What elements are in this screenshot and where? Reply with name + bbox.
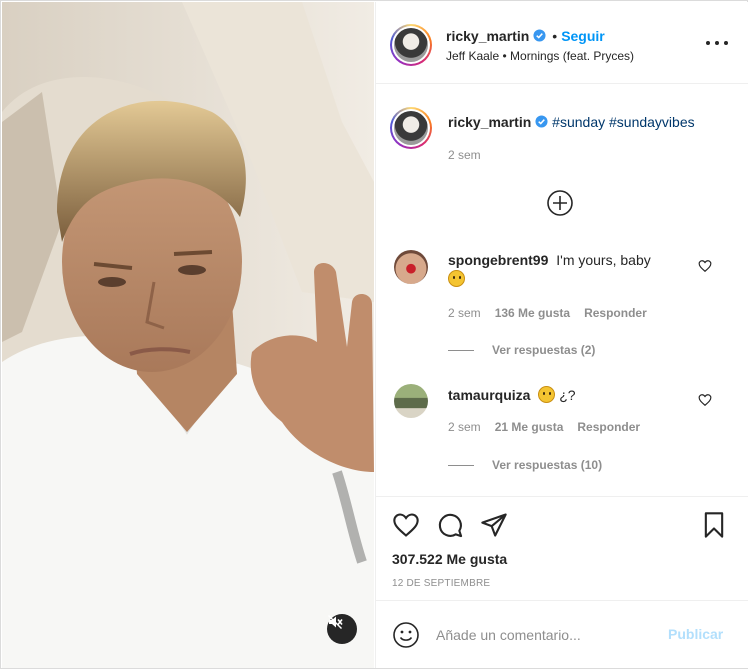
- view-replies-button[interactable]: Ver respuestas (10): [448, 458, 602, 472]
- comment-text: tamaurquiza ¿?: [448, 386, 576, 403]
- audio-track[interactable]: Jeff Kaale • Mornings (feat. Pryces): [446, 49, 634, 63]
- post-header: ricky_martin • Seguir Jeff Kaale • Morning…: [376, 2, 748, 84]
- more-options-icon[interactable]: [706, 36, 728, 50]
- separator-dot: •: [552, 28, 558, 44]
- comment-avatar[interactable]: [394, 384, 428, 418]
- replies-divider: [448, 350, 474, 352]
- comment-body: ¿?: [559, 387, 576, 403]
- comment-username[interactable]: tamaurquiza: [448, 387, 530, 403]
- comment-meta: 2 sem 136 Me gusta Responder: [448, 306, 647, 320]
- heart-icon[interactable]: [392, 511, 420, 539]
- plus-circle-icon[interactable]: [546, 189, 574, 217]
- smiley-icon[interactable]: [392, 621, 420, 649]
- comment-time[interactable]: 2 sem: [448, 306, 481, 320]
- comment-body: I'm yours, baby: [556, 252, 651, 268]
- author-line: ricky_martin • Seguir: [446, 28, 605, 44]
- bookmark-icon[interactable]: [700, 511, 728, 539]
- caption-avatar[interactable]: [390, 107, 432, 149]
- frowning-face-emoji-icon: [448, 270, 465, 287]
- post-side-panel: ricky_martin • Seguir Jeff Kaale • Morning…: [375, 2, 748, 668]
- paper-plane-icon[interactable]: [480, 511, 508, 539]
- view-replies-label: Ver respuestas (10): [492, 458, 603, 472]
- post-video[interactable]: [2, 2, 374, 668]
- follow-button[interactable]: Seguir: [561, 28, 605, 44]
- caption-username[interactable]: ricky_martin: [448, 114, 531, 130]
- comment-meta: 2 sem 21 Me gusta Responder: [448, 420, 640, 434]
- publish-comment-button[interactable]: Publicar: [668, 626, 723, 642]
- post-date[interactable]: 12 DE SEPTIEMBRE: [392, 578, 490, 589]
- view-replies-label: Ver respuestas (2): [492, 343, 596, 357]
- reply-button[interactable]: Responder: [577, 420, 640, 434]
- comment-likes[interactable]: 136 Me gusta: [495, 306, 570, 320]
- add-comment-bar: Publicar: [376, 600, 748, 668]
- comment-likes[interactable]: 21 Me gusta: [495, 420, 564, 434]
- comment-input[interactable]: [436, 621, 656, 649]
- replies-divider: [448, 465, 474, 467]
- comment-text: spongebrent99 I'm yours, baby: [448, 252, 651, 268]
- speaker-muted-icon: [328, 615, 343, 629]
- caption-time[interactable]: 2 sem: [448, 148, 481, 162]
- author-avatar[interactable]: [390, 24, 432, 66]
- post-actions: 307.522 Me gusta 12 DE SEPTIEMBRE: [376, 496, 748, 600]
- comment-like-heart-icon[interactable]: [698, 393, 712, 407]
- verified-badge-icon: [535, 115, 548, 128]
- instagram-post-frame: ricky_martin • Seguir Jeff Kaale • Morning…: [0, 0, 748, 669]
- comment-username[interactable]: spongebrent99: [448, 252, 548, 268]
- comment-emoji-line: [448, 270, 465, 287]
- comment-bubble-icon[interactable]: [436, 511, 464, 539]
- likes-count[interactable]: 307.522 Me gusta: [392, 551, 507, 567]
- reply-button[interactable]: Responder: [584, 306, 647, 320]
- flushed-face-emoji-icon: [538, 386, 556, 403]
- mute-toggle-button[interactable]: [327, 614, 357, 644]
- author-username[interactable]: ricky_martin: [446, 28, 529, 44]
- comment-avatar[interactable]: [394, 250, 428, 284]
- view-replies-button[interactable]: Ver respuestas (2): [448, 343, 595, 357]
- video-frame-illustration: [2, 2, 374, 668]
- comment-time[interactable]: 2 sem: [448, 420, 481, 434]
- verified-badge-icon: [533, 29, 546, 42]
- comment-like-heart-icon[interactable]: [698, 259, 712, 273]
- caption-hashtags[interactable]: #sunday #sundayvibes: [552, 114, 694, 130]
- caption-line: ricky_martin #sunday #sundayvibes: [448, 114, 695, 130]
